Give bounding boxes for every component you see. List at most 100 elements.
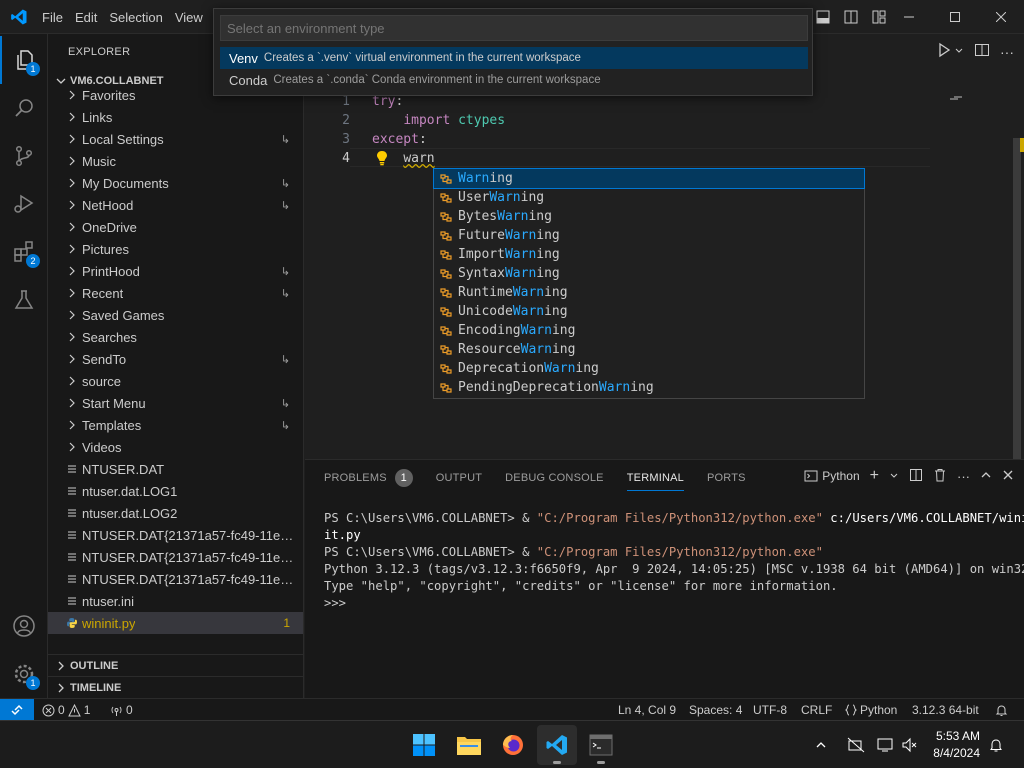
extensions-button[interactable]: 2 bbox=[0, 228, 48, 276]
tree-folder[interactable]: source bbox=[48, 370, 303, 392]
eol-status[interactable]: CRLF bbox=[801, 699, 832, 721]
tree-file[interactable]: ntuser.dat.LOG1 bbox=[48, 480, 303, 502]
toggle-panel-icon[interactable] bbox=[812, 6, 834, 28]
language-mode[interactable]: Python bbox=[845, 699, 897, 721]
venv-option[interactable]: Venv Creates a `.venv` virtual environme… bbox=[220, 47, 808, 69]
more-actions-icon[interactable]: ··· bbox=[1000, 44, 1014, 60]
tree-folder[interactable]: Searches bbox=[48, 326, 303, 348]
taskbar-clock[interactable]: 5:53 AM 8/4/2024 bbox=[933, 728, 980, 762]
timeline-section-header[interactable]: TIMELINE bbox=[48, 676, 303, 698]
suggestion-item[interactable]: Import Warn ing bbox=[434, 245, 864, 264]
scrollbar-thumb[interactable] bbox=[1013, 138, 1021, 468]
firefox-taskbar-button[interactable] bbox=[493, 725, 533, 765]
maximize-panel-icon[interactable] bbox=[980, 469, 992, 484]
more-actions-icon[interactable]: ··· bbox=[957, 469, 970, 484]
maximize-icon[interactable] bbox=[932, 0, 978, 34]
search-button[interactable] bbox=[0, 84, 48, 132]
suggestion-item[interactable]: Unicode Warn ing bbox=[434, 302, 864, 321]
tree-folder[interactable]: SendTo ↳ bbox=[48, 348, 303, 370]
notification-center-button[interactable] bbox=[988, 721, 1004, 768]
tab-ports[interactable]: PORTS bbox=[707, 460, 746, 496]
tree-folder[interactable]: OneDrive bbox=[48, 216, 303, 238]
tab-terminal[interactable]: TERMINAL bbox=[626, 465, 684, 491]
conda-option[interactable]: Conda Creates a `.conda` Conda environme… bbox=[220, 69, 808, 91]
network-disconnected-icon[interactable] bbox=[840, 737, 872, 753]
close-icon[interactable] bbox=[978, 0, 1024, 34]
tree-folder[interactable]: Templates ↳ bbox=[48, 414, 303, 436]
tree-folder[interactable]: NetHood ↳ bbox=[48, 194, 303, 216]
tree-file[interactable]: NTUSER.DAT bbox=[48, 458, 303, 480]
tree-file[interactable]: NTUSER.DAT{21371a57-fc49-11ee-a... bbox=[48, 546, 303, 568]
ports-status[interactable]: 0 bbox=[110, 699, 133, 721]
suggestion-item[interactable]: Resource Warn ing bbox=[434, 340, 864, 359]
tree-file[interactable]: NTUSER.DAT{21371a57-fc49-11ee-a... bbox=[48, 524, 303, 546]
volume-muted-icon[interactable] bbox=[898, 737, 920, 753]
problems-status[interactable]: 0 1 bbox=[42, 699, 90, 721]
tree-folder[interactable]: PrintHood ↳ bbox=[48, 260, 303, 282]
tree-folder[interactable]: My Documents ↳ bbox=[48, 172, 303, 194]
minimap[interactable] bbox=[944, 96, 1004, 136]
tab-debug-console[interactable]: DEBUG CONSOLE bbox=[505, 460, 604, 496]
show-hidden-icons-chevron-icon[interactable] bbox=[810, 739, 832, 751]
terminal-selector[interactable]: Python bbox=[804, 469, 860, 483]
menu-edit[interactable]: Edit bbox=[69, 10, 103, 25]
tree-folder[interactable]: Saved Games bbox=[48, 304, 303, 326]
editor-scrollbar[interactable] bbox=[1010, 94, 1024, 468]
split-editor-icon[interactable] bbox=[974, 42, 990, 61]
manage-button[interactable]: 1 bbox=[0, 650, 48, 698]
interpreter-status[interactable]: 3.12.3 64-bit bbox=[912, 699, 979, 721]
suggestion-item[interactable]: Syntax Warn ing bbox=[434, 264, 864, 283]
toggle-secondary-sidebar-icon[interactable] bbox=[840, 6, 862, 28]
tree-folder[interactable]: Pictures bbox=[48, 238, 303, 260]
tree-folder[interactable]: Recent ↳ bbox=[48, 282, 303, 304]
tree-file[interactable]: ntuser.dat.LOG2 bbox=[48, 502, 303, 524]
tree-file[interactable]: wininit.py 1 bbox=[48, 612, 303, 634]
tree-folder[interactable]: Links bbox=[48, 106, 303, 128]
cursor-position[interactable]: Ln 4, Col 9 bbox=[618, 699, 676, 721]
terminal-taskbar-button[interactable] bbox=[581, 725, 621, 765]
vscode-taskbar-button[interactable] bbox=[537, 725, 577, 765]
notifications-bell-icon[interactable] bbox=[995, 699, 1008, 721]
suggestion-item[interactable]: PendingDeprecation Warn ing bbox=[434, 378, 864, 397]
tree-file[interactable]: ntuser.ini bbox=[48, 590, 303, 612]
close-panel-icon[interactable] bbox=[1002, 469, 1014, 484]
suggestion-item[interactable]: Bytes Warn ing bbox=[434, 207, 864, 226]
tree-folder[interactable]: Start Menu ↳ bbox=[48, 392, 303, 414]
terminal-output[interactable]: PS C:\Users\VM6.COLLABNET> & "C:/Program… bbox=[324, 510, 1024, 612]
chevron-down-icon[interactable] bbox=[889, 469, 899, 484]
suggestion-item[interactable]: Deprecation Warn ing bbox=[434, 359, 864, 378]
minimize-icon[interactable] bbox=[886, 0, 932, 34]
tab-problems[interactable]: PROBLEMS 1 bbox=[324, 460, 413, 496]
source-control-button[interactable] bbox=[0, 132, 48, 180]
testing-button[interactable] bbox=[0, 276, 48, 324]
trash-icon[interactable] bbox=[933, 468, 947, 485]
explorer-button[interactable]: 1 bbox=[0, 36, 48, 84]
tree-folder[interactable]: Videos bbox=[48, 436, 303, 458]
suggestion-item[interactable]: Future Warn ing bbox=[434, 226, 864, 245]
accounts-button[interactable] bbox=[0, 602, 48, 650]
suggestion-item[interactable]: Encoding Warn ing bbox=[434, 321, 864, 340]
indentation-status[interactable]: Spaces: 4 bbox=[689, 699, 742, 721]
run-debug-button[interactable] bbox=[0, 180, 48, 228]
tree-folder[interactable]: Music bbox=[48, 150, 303, 172]
start-button[interactable] bbox=[404, 725, 444, 765]
tab-output[interactable]: OUTPUT bbox=[436, 460, 482, 496]
suggestion-item[interactable]: Warn ing bbox=[433, 168, 865, 189]
split-terminal-icon[interactable] bbox=[909, 468, 923, 485]
outline-section-header[interactable]: OUTLINE bbox=[48, 654, 303, 676]
tree-file[interactable]: NTUSER.DAT{21371a57-fc49-11ee-a... bbox=[48, 568, 303, 590]
remote-indicator[interactable] bbox=[0, 699, 34, 721]
run-dropdown-chevron-icon[interactable] bbox=[954, 44, 964, 59]
suggestion-item[interactable]: User Warn ing bbox=[434, 188, 864, 207]
environment-type-input[interactable] bbox=[220, 15, 808, 41]
menu-file[interactable]: File bbox=[36, 10, 69, 25]
encoding-status[interactable]: UTF-8 bbox=[753, 699, 787, 721]
new-terminal-icon[interactable]: + bbox=[870, 467, 879, 485]
menu-selection[interactable]: Selection bbox=[103, 10, 168, 25]
display-icon[interactable] bbox=[872, 737, 898, 753]
tree-folder[interactable]: Local Settings ↳ bbox=[48, 128, 303, 150]
run-python-file-icon[interactable] bbox=[936, 42, 952, 61]
menu-view[interactable]: View bbox=[169, 10, 209, 25]
file-explorer-taskbar-button[interactable] bbox=[449, 725, 489, 765]
suggestion-item[interactable]: Runtime Warn ing bbox=[434, 283, 864, 302]
